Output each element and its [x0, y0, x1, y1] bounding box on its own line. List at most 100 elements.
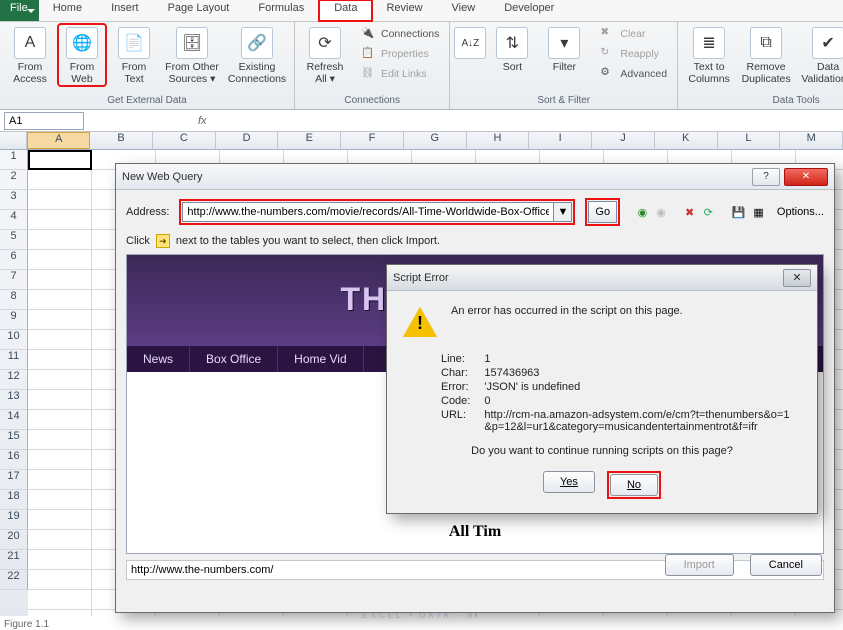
active-cell[interactable] — [28, 150, 92, 170]
address-input[interactable] — [182, 202, 554, 222]
fx-icon[interactable]: fx — [198, 115, 207, 127]
nav-item[interactable]: Home Vid — [278, 346, 363, 372]
column-headers: A B C D E F G H I J K L M — [0, 132, 843, 150]
tab-home[interactable]: Home — [39, 0, 97, 21]
existing-connections-button[interactable]: 🔗Existing Connections — [226, 24, 288, 86]
properties-button[interactable]: 📋Properties — [357, 44, 443, 64]
refresh-page-icon[interactable]: ⟳ — [702, 203, 715, 221]
from-text-button[interactable]: 📄From Text — [110, 24, 158, 86]
close-button[interactable]: ✕ — [783, 269, 811, 287]
col-header[interactable]: K — [655, 132, 718, 149]
go-button[interactable]: Go — [588, 201, 617, 223]
refresh-all-button[interactable]: ⟳Refresh All ▾ — [301, 24, 349, 86]
row-header[interactable]: 17 — [0, 470, 28, 490]
row-header[interactable]: 18 — [0, 490, 28, 510]
tab-formulas[interactable]: Formulas — [244, 0, 319, 21]
col-header[interactable]: F — [341, 132, 404, 149]
row-header[interactable]: 21 — [0, 550, 28, 570]
col-header[interactable]: H — [467, 132, 530, 149]
hide-icons-icon[interactable]: ▦ — [752, 203, 765, 221]
clear-button[interactable]: ✖Clear — [596, 24, 671, 44]
col-header[interactable]: E — [278, 132, 341, 149]
row-header[interactable]: 10 — [0, 330, 28, 350]
col-header[interactable]: A — [27, 132, 90, 149]
reapply-button[interactable]: ↻Reapply — [596, 44, 671, 64]
dialog-titlebar[interactable]: Script Error ✕ — [387, 265, 817, 291]
globe-icon: 🌐 — [66, 27, 98, 59]
col-header[interactable]: C — [153, 132, 216, 149]
tab-pagelayout[interactable]: Page Layout — [154, 0, 245, 21]
text-to-columns-button[interactable]: ≣Text to Columns — [684, 24, 734, 86]
link2-icon: ⛓ — [361, 66, 377, 82]
error-message: An error has occurred in the script on t… — [451, 305, 683, 337]
tab-review[interactable]: Review — [372, 0, 437, 21]
col-header[interactable]: M — [780, 132, 843, 149]
col-header[interactable]: I — [529, 132, 592, 149]
sort-az-button[interactable]: A↓Z — [456, 24, 484, 62]
tab-data[interactable]: Data — [319, 0, 372, 21]
row-header[interactable]: 13 — [0, 390, 28, 410]
dup-icon: ⧉ — [750, 27, 782, 59]
row-header[interactable]: 15 — [0, 430, 28, 450]
row-header[interactable]: 8 — [0, 290, 28, 310]
sort-button[interactable]: ⇅Sort — [488, 24, 536, 74]
select-all-corner[interactable] — [0, 132, 27, 149]
nav-item[interactable]: Box Office — [190, 346, 278, 372]
remove-duplicates-button[interactable]: ⧉Remove Duplicates — [738, 24, 794, 86]
tab-file[interactable]: File — [0, 0, 39, 21]
col-header[interactable]: B — [90, 132, 153, 149]
stop-icon[interactable]: ✖ — [683, 203, 696, 221]
row-header[interactable]: 5 — [0, 230, 28, 250]
forward-icon[interactable]: ◉ — [655, 203, 668, 221]
help-button[interactable]: ? — [752, 168, 780, 186]
connections-button[interactable]: 🔌Connections — [357, 24, 443, 44]
cancel-button[interactable]: Cancel — [750, 554, 822, 576]
col-header[interactable]: D — [216, 132, 279, 149]
row-header[interactable]: 3 — [0, 190, 28, 210]
col-header[interactable]: J — [592, 132, 655, 149]
dialog-titlebar[interactable]: New Web Query ? ✕ — [116, 164, 834, 190]
formula-bar: fx — [0, 110, 843, 132]
row-header[interactable]: 6 — [0, 250, 28, 270]
address-label: Address: — [126, 206, 169, 218]
warning-icon — [403, 307, 437, 337]
edit-links-button[interactable]: ⛓Edit Links — [357, 64, 443, 84]
row-header[interactable]: 4 — [0, 210, 28, 230]
row-header[interactable]: 11 — [0, 350, 28, 370]
save-query-icon[interactable]: 💾 — [731, 203, 747, 221]
tab-developer[interactable]: Developer — [490, 0, 569, 21]
tab-insert[interactable]: Insert — [97, 0, 154, 21]
close-button[interactable]: ✕ — [784, 168, 828, 186]
advanced-button[interactable]: ⚙Advanced — [596, 64, 671, 84]
row-header[interactable]: 1 — [0, 150, 28, 170]
yes-button[interactable]: Yes — [543, 471, 595, 493]
nav-item[interactable]: News — [127, 346, 190, 372]
back-icon[interactable]: ◉ — [636, 203, 649, 221]
col-header[interactable]: L — [718, 132, 781, 149]
name-box[interactable] — [4, 112, 84, 130]
row-header[interactable]: 20 — [0, 530, 28, 550]
row-header[interactable]: 9 — [0, 310, 28, 330]
row-header[interactable]: 2 — [0, 170, 28, 190]
tab-view[interactable]: View — [438, 0, 491, 21]
article-title: All Tim — [449, 523, 501, 541]
data-validation-button[interactable]: ✔Data Validation ▾ — [798, 24, 843, 86]
filter-button[interactable]: ▾Filter — [540, 24, 588, 74]
col-header[interactable]: G — [404, 132, 467, 149]
import-button[interactable]: Import — [665, 554, 734, 576]
row-header[interactable]: 14 — [0, 410, 28, 430]
row-header[interactable]: 19 — [0, 510, 28, 530]
row-header[interactable]: 7 — [0, 270, 28, 290]
row-header[interactable]: 22 — [0, 570, 28, 590]
no-button[interactable]: No — [610, 474, 658, 496]
db-icon: 🗄 — [176, 27, 208, 59]
row-header[interactable]: 12 — [0, 370, 28, 390]
from-web-button[interactable]: 🌐From Web — [58, 24, 106, 86]
options-link[interactable]: Options... — [777, 206, 824, 218]
from-other-sources-button[interactable]: 🗄From Other Sources ▾ — [162, 24, 222, 86]
address-dropdown[interactable]: ▼ — [554, 202, 572, 222]
from-access-button[interactable]: AFrom Access — [6, 24, 54, 86]
group-label-sortfilter: Sort & Filter — [456, 93, 671, 109]
row-header[interactable]: 16 — [0, 450, 28, 470]
continue-prompt: Do you want to continue running scripts … — [403, 445, 801, 457]
